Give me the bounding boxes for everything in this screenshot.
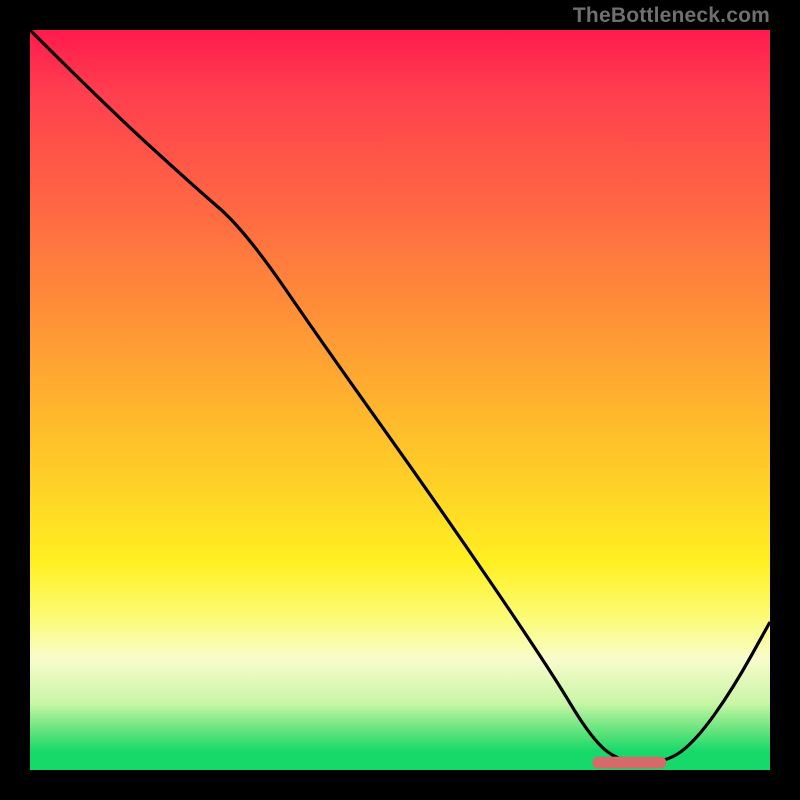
- watermark-text: TheBottleneck.com: [573, 4, 770, 28]
- optimum-marker: [592, 757, 666, 769]
- chart-container: TheBottleneck.com: [0, 0, 800, 800]
- plot-area: [30, 30, 770, 770]
- bottleneck-curve: [30, 30, 770, 763]
- plot-svg: [30, 30, 770, 770]
